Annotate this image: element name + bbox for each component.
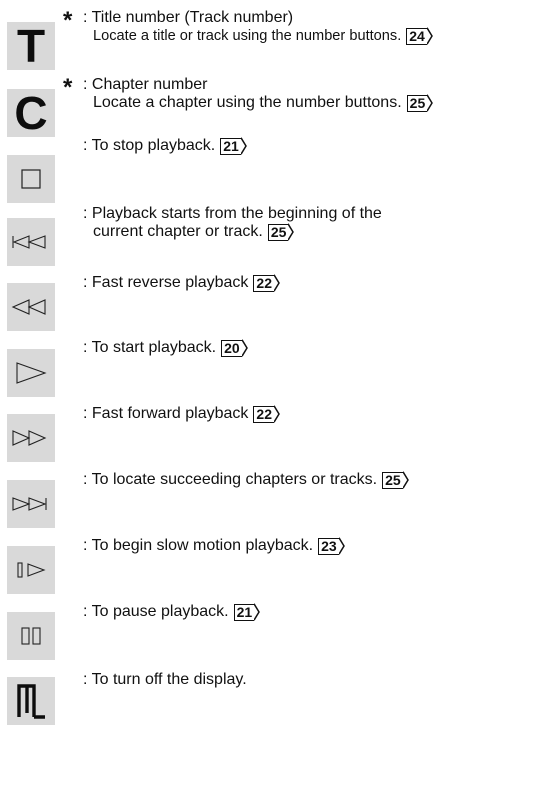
- entry-line: : To pause playback.: [83, 603, 229, 621]
- page-reference: 21: [233, 603, 261, 621]
- entry-line: : To start playback.: [83, 339, 217, 357]
- reference-arrow-icon: [427, 94, 434, 112]
- entry-line: current chapter or track.: [93, 223, 263, 241]
- entry-line: : To locate succeeding chapters or track…: [83, 471, 378, 489]
- reference-arrow-icon: [288, 223, 295, 241]
- page-reference-number: 25: [382, 471, 403, 489]
- entry-line: Locate a title or track using the number…: [93, 28, 402, 44]
- page-reference-number: 25: [267, 223, 289, 241]
- entry-line: : Title number (Track number): [83, 9, 294, 26]
- fast-forward-icon: [7, 414, 55, 462]
- page-reference: 25: [406, 94, 434, 112]
- reference-arrow-icon: [254, 603, 261, 621]
- page-reference-number: 21: [220, 137, 241, 155]
- page-reference: 24: [406, 27, 433, 45]
- display-off-icon: [7, 677, 55, 725]
- entry-line: : Fast forward playback: [83, 405, 249, 423]
- page-reference-number: 21: [233, 603, 255, 621]
- page-reference-number: 22: [253, 405, 274, 423]
- page-reference: 21: [220, 137, 247, 155]
- play-icon: [7, 349, 55, 397]
- playback-icon-legend: T * : Title number (Track number) Locate…: [0, 0, 553, 787]
- entry-line: : Playback starts from the beginning of …: [83, 205, 382, 222]
- entry-line: : To turn off the display.: [83, 671, 247, 688]
- page-reference-number: 23: [318, 537, 339, 555]
- page-reference-number: 25: [406, 94, 428, 112]
- page-reference: 23: [318, 537, 345, 555]
- reference-arrow-icon: [402, 471, 409, 489]
- page-reference: 20: [221, 339, 248, 357]
- entry-line: Locate a chapter using the number button…: [93, 94, 402, 112]
- entry-line: : Fast reverse playback: [83, 274, 249, 292]
- slow-motion-icon: [7, 546, 55, 594]
- asterisk: *: [63, 7, 73, 34]
- pause-icon: [7, 612, 55, 660]
- skip-previous-icon: [7, 218, 55, 266]
- entry-line: : Chapter number: [83, 76, 208, 93]
- reference-arrow-icon: [240, 137, 247, 155]
- fast-reverse-icon: [7, 283, 55, 331]
- entry-line: : To stop playback.: [83, 137, 216, 155]
- entry-line: : To begin slow motion playback.: [83, 537, 314, 555]
- reference-arrow-icon: [273, 405, 280, 423]
- reference-arrow-icon: [338, 537, 345, 555]
- page-reference: 25: [382, 471, 409, 489]
- asterisk: *: [63, 74, 73, 101]
- page-reference-number: 24: [406, 27, 427, 45]
- skip-next-icon: [7, 480, 55, 528]
- page-reference: 22: [253, 274, 280, 292]
- chapter-C-icon: C: [7, 89, 55, 137]
- page-reference-number: 22: [253, 274, 274, 292]
- stop-icon: [7, 155, 55, 203]
- page-reference: 22: [253, 405, 280, 423]
- reference-arrow-icon: [426, 27, 433, 45]
- reference-arrow-icon: [241, 339, 248, 357]
- reference-arrow-icon: [273, 274, 280, 292]
- page-reference-number: 20: [221, 339, 242, 357]
- title-T-icon: T: [7, 22, 55, 70]
- page-reference: 25: [267, 223, 295, 241]
